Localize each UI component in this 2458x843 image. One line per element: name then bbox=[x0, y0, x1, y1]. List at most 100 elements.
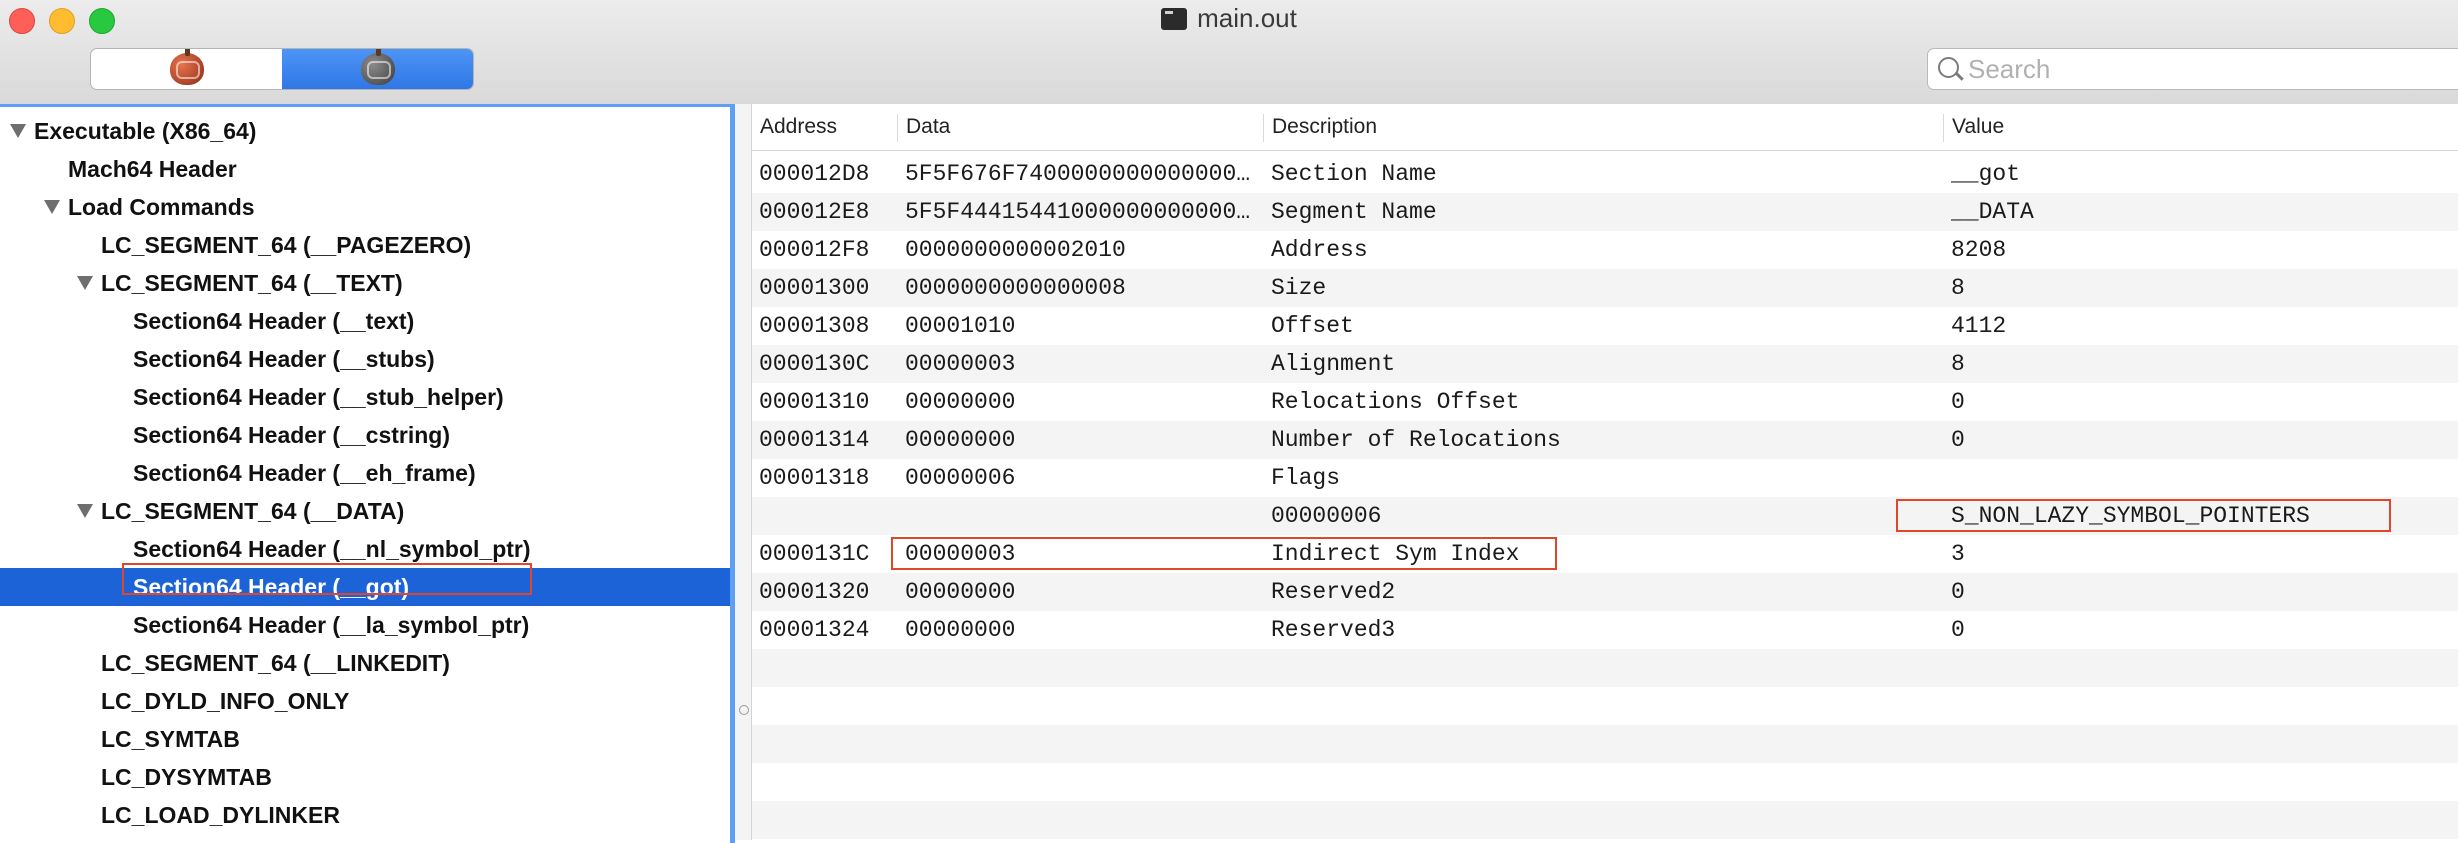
tree-item-label: LC_SYMTAB bbox=[101, 726, 240, 752]
cell-data: 00000000 bbox=[905, 427, 1016, 453]
tree-item[interactable]: LC_SYMTAB bbox=[0, 720, 730, 758]
tree-item-label: Executable (X86_64) bbox=[34, 118, 257, 144]
tree-item[interactable]: Section64 Header (__text) bbox=[0, 302, 730, 340]
tree-item[interactable]: Executable (X86_64) bbox=[0, 112, 730, 150]
cell-data: 00000000 bbox=[905, 389, 1016, 415]
tree-item-label: LC_SEGMENT_64 (__TEXT) bbox=[101, 270, 403, 296]
tree-item[interactable]: Section64 Header (__la_symbol_ptr) bbox=[0, 606, 730, 644]
cell-address: 00001310 bbox=[759, 389, 870, 415]
cell-address: 0000130C bbox=[759, 351, 870, 377]
table-row[interactable] bbox=[752, 687, 2458, 725]
cell-value: 3 bbox=[1951, 541, 1965, 567]
cell-address: 00001318 bbox=[759, 465, 870, 491]
table-row[interactable]: 000012E8 5F5F4441544100000000000000000000… bbox=[752, 193, 2458, 231]
tree-item-label: LC_DYSYMTAB bbox=[101, 764, 272, 790]
cell-description: Reserved3 bbox=[1271, 617, 1396, 643]
tree-item-label: Section64 Header (__stub_helper) bbox=[133, 384, 504, 410]
search-field[interactable] bbox=[1927, 48, 2458, 90]
cell-description: Relocations Offset bbox=[1271, 389, 1520, 415]
tree-item[interactable]: Section64 Header (__eh_frame) bbox=[0, 454, 730, 492]
tree-item-label: Section64 Header (__la_symbol_ptr) bbox=[133, 612, 530, 638]
window-title-area: main.out bbox=[0, 3, 2458, 34]
tree-item[interactable]: Section64 Header (__nl_symbol_ptr) bbox=[0, 530, 730, 568]
cell-description: Flags bbox=[1271, 465, 1341, 491]
tree-item[interactable]: LC_LOAD_DYLINKER bbox=[0, 796, 730, 834]
tree-item[interactable]: LC_DYSYMTAB bbox=[0, 758, 730, 796]
table-row[interactable]: 00001320 00000000 Reserved2 0 bbox=[752, 573, 2458, 611]
tree-item[interactable]: Mach64 Header bbox=[0, 150, 730, 188]
tree-item[interactable]: LC_SEGMENT_64 (__PAGEZERO) bbox=[0, 226, 730, 264]
cell-value: 8 bbox=[1951, 351, 1965, 377]
tree-item[interactable]: LC_UUID bbox=[0, 834, 730, 843]
cell-data: 00000000 bbox=[905, 579, 1016, 605]
column-header-description[interactable]: Description bbox=[1264, 104, 1377, 150]
tree-item-label: LC_SEGMENT_64 (__DATA) bbox=[101, 498, 405, 524]
table-row[interactable]: 000012F8 0000000000002010 Address 8208 bbox=[752, 231, 2458, 269]
split-view-divider[interactable] bbox=[735, 104, 752, 840]
column-header-value[interactable]: Value bbox=[1944, 104, 2004, 150]
table-row[interactable]: 00001314 00000000 Number of Relocations 0 bbox=[752, 421, 2458, 459]
cell-description: Size bbox=[1271, 275, 1327, 301]
search-input[interactable] bbox=[1966, 52, 2440, 86]
cell-address: 000012D8 bbox=[759, 161, 870, 187]
table-row[interactable]: 00001310 00000000 Relocations Offset 0 bbox=[752, 383, 2458, 421]
grey-apple-icon bbox=[360, 49, 395, 85]
table-row[interactable]: 00001318 00000006 Flags bbox=[752, 459, 2458, 497]
cell-description: Section Name bbox=[1271, 161, 1437, 187]
disclosure-triangle-icon[interactable] bbox=[77, 276, 93, 290]
table-row[interactable]: 00001324 00000000 Reserved3 0 bbox=[752, 611, 2458, 649]
divider-handle-icon[interactable] bbox=[739, 705, 749, 715]
cell-description: Indirect Sym Index bbox=[1271, 541, 1520, 567]
cell-address: 00001308 bbox=[759, 313, 870, 339]
column-separator[interactable] bbox=[1943, 114, 1944, 142]
tree-item[interactable]: LC_SEGMENT_64 (__TEXT) bbox=[0, 264, 730, 302]
disclosure-triangle-icon[interactable] bbox=[44, 200, 60, 214]
cell-address: 00001324 bbox=[759, 617, 870, 643]
table-row[interactable]: 00001300 0000000000000008 Size 8 bbox=[752, 269, 2458, 307]
tree-item[interactable]: Load Commands bbox=[0, 188, 730, 226]
tree-item-label: LC_UUID bbox=[101, 834, 201, 843]
table-row[interactable]: 0000130C 00000003 Alignment 8 bbox=[752, 345, 2458, 383]
column-header-address[interactable]: Address bbox=[752, 104, 837, 150]
cell-description: Offset bbox=[1271, 313, 1354, 339]
tree-item-label: Section64 Header (__cstring) bbox=[133, 422, 451, 448]
cell-description: 00000006 bbox=[1271, 503, 1382, 529]
tree-item[interactable]: LC_SEGMENT_64 (__DATA) bbox=[0, 492, 730, 530]
terminal-icon bbox=[1161, 8, 1188, 30]
column-header-data[interactable]: Data bbox=[898, 104, 950, 150]
table-row[interactable]: 0000131C 00000003 Indirect Sym Index 3 bbox=[752, 535, 2458, 573]
structure-tree: Executable (X86_64) Mach64 Header Load Com… bbox=[0, 104, 735, 843]
segment-grey-apple[interactable] bbox=[282, 49, 473, 89]
tree-item[interactable]: Section64 Header (__stub_helper) bbox=[0, 378, 730, 416]
table-row[interactable]: 00000006 S_NON_LAZY_SYMBOL_POINTERS bbox=[752, 497, 2458, 535]
tree-item[interactable]: Section64 Header (__cstring) bbox=[0, 416, 730, 454]
disclosure-triangle-icon[interactable] bbox=[10, 124, 26, 138]
cell-data: 00000000 bbox=[905, 617, 1016, 643]
table-row[interactable] bbox=[752, 649, 2458, 687]
column-separator[interactable] bbox=[897, 114, 898, 142]
cell-data: 0000000000000008 bbox=[905, 275, 1126, 301]
cell-data: 0000000000002010 bbox=[905, 237, 1126, 263]
cell-value: __got bbox=[1951, 161, 2021, 187]
tree-item-label: Section64 Header (__eh_frame) bbox=[133, 460, 476, 486]
tree-item[interactable]: Section64 Header (__got) bbox=[0, 568, 730, 606]
table-row[interactable] bbox=[752, 725, 2458, 763]
tree-item-label: LC_DYLD_INFO_ONLY bbox=[101, 688, 350, 714]
table-row[interactable]: 00001308 00001010 Offset 4112 bbox=[752, 307, 2458, 345]
segment-red-apple[interactable] bbox=[91, 49, 282, 89]
tree-item-label: Section64 Header (__text) bbox=[133, 308, 415, 334]
window-title: main.out bbox=[1197, 3, 1297, 33]
cell-description: Segment Name bbox=[1271, 199, 1437, 225]
tree-item[interactable]: Section64 Header (__stubs) bbox=[0, 340, 730, 378]
table-row[interactable] bbox=[752, 763, 2458, 801]
cell-data: 5F5F676F740000000000000000000000 bbox=[905, 161, 1255, 187]
table-row[interactable]: 000012D8 5F5F676F740000000000000000000000… bbox=[752, 155, 2458, 193]
tree-item[interactable]: LC_DYLD_INFO_ONLY bbox=[0, 682, 730, 720]
tree-item-label: Section64 Header (__stubs) bbox=[133, 346, 435, 372]
cell-description: Reserved2 bbox=[1271, 579, 1396, 605]
table-row[interactable] bbox=[752, 801, 2458, 839]
cell-data: 00000006 bbox=[905, 465, 1016, 491]
disclosure-triangle-icon[interactable] bbox=[77, 504, 93, 518]
column-separator[interactable] bbox=[1263, 114, 1264, 142]
tree-item[interactable]: LC_SEGMENT_64 (__LINKEDIT) bbox=[0, 644, 730, 682]
